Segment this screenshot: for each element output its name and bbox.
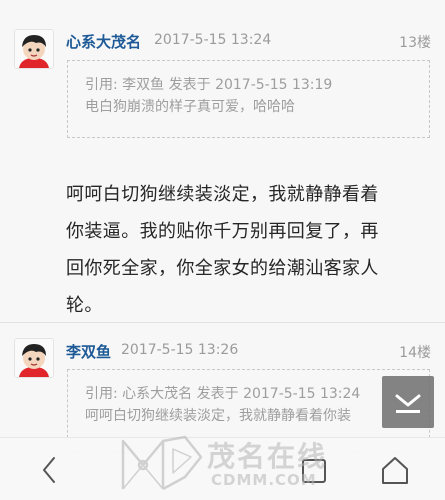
post-floor: 14楼 [399,345,431,361]
post-body: 呵呵白切狗继续装淡定，我就静静看着 你装逼。我的贴你千万别再回复了，再 回你死全… [66,176,432,324]
post-author[interactable]: 心系大茂名 [66,31,141,52]
post-body-line: 呵呵白切狗继续装淡定，我就静静看着 [66,184,379,205]
quote-header: 引用: 李双鱼 发表于 2017-5-15 13:19 [85,77,333,93]
post-13: 心系大茂名 2017-5-15 13:24 13楼 引用: 李双鱼 发表于 20… [0,0,445,322]
avatar-boy-icon [15,30,53,68]
avatar-boy-icon [15,339,53,377]
watermark-logo-icon [121,435,203,491]
site-watermark: 茂名在线 CDMM.COM [115,425,345,497]
post-time: 2017-5-15 13:26 [121,342,239,358]
back-chevron-icon [43,457,55,483]
back-button[interactable] [30,452,70,488]
watermark-url: CDMM.COM [211,471,317,489]
avatar[interactable] [14,29,54,69]
post-time: 2017-5-15 13:24 [154,32,272,48]
avatar[interactable] [14,338,54,378]
scroll-to-bottom-button[interactable] [382,376,434,428]
scroll-to-bottom-icon [395,394,421,413]
post-author[interactable]: 李双鱼 [66,341,111,362]
quote-text: 呵呵白切狗继续装淡定，我就静静看着你装 [85,408,351,424]
thread-page: 心系大茂名 2017-5-15 13:24 13楼 引用: 李双鱼 发表于 20… [0,0,445,500]
quote-block: 引用: 李双鱼 发表于 2017-5-15 13:19 电白狗崩溃的样子真可爱，… [67,60,430,138]
post-body-line: 回你死全家，你全家女的给潮汕客家人 [66,258,379,279]
post-body-line: 你装逼。我的贴你千万别再回复了，再 [66,221,379,242]
post-body-line: 轮。 [66,295,103,316]
home-button[interactable] [375,452,415,488]
home-icon [382,457,408,484]
post-floor: 13楼 [399,35,431,51]
quote-text: 电白狗崩溃的样子真可爱，哈哈哈 [85,99,295,115]
quote-header: 引用: 心系大茂名 发表于 2017-5-15 13:24 [85,386,361,402]
watermark-text: 茂名在线 [207,440,328,473]
